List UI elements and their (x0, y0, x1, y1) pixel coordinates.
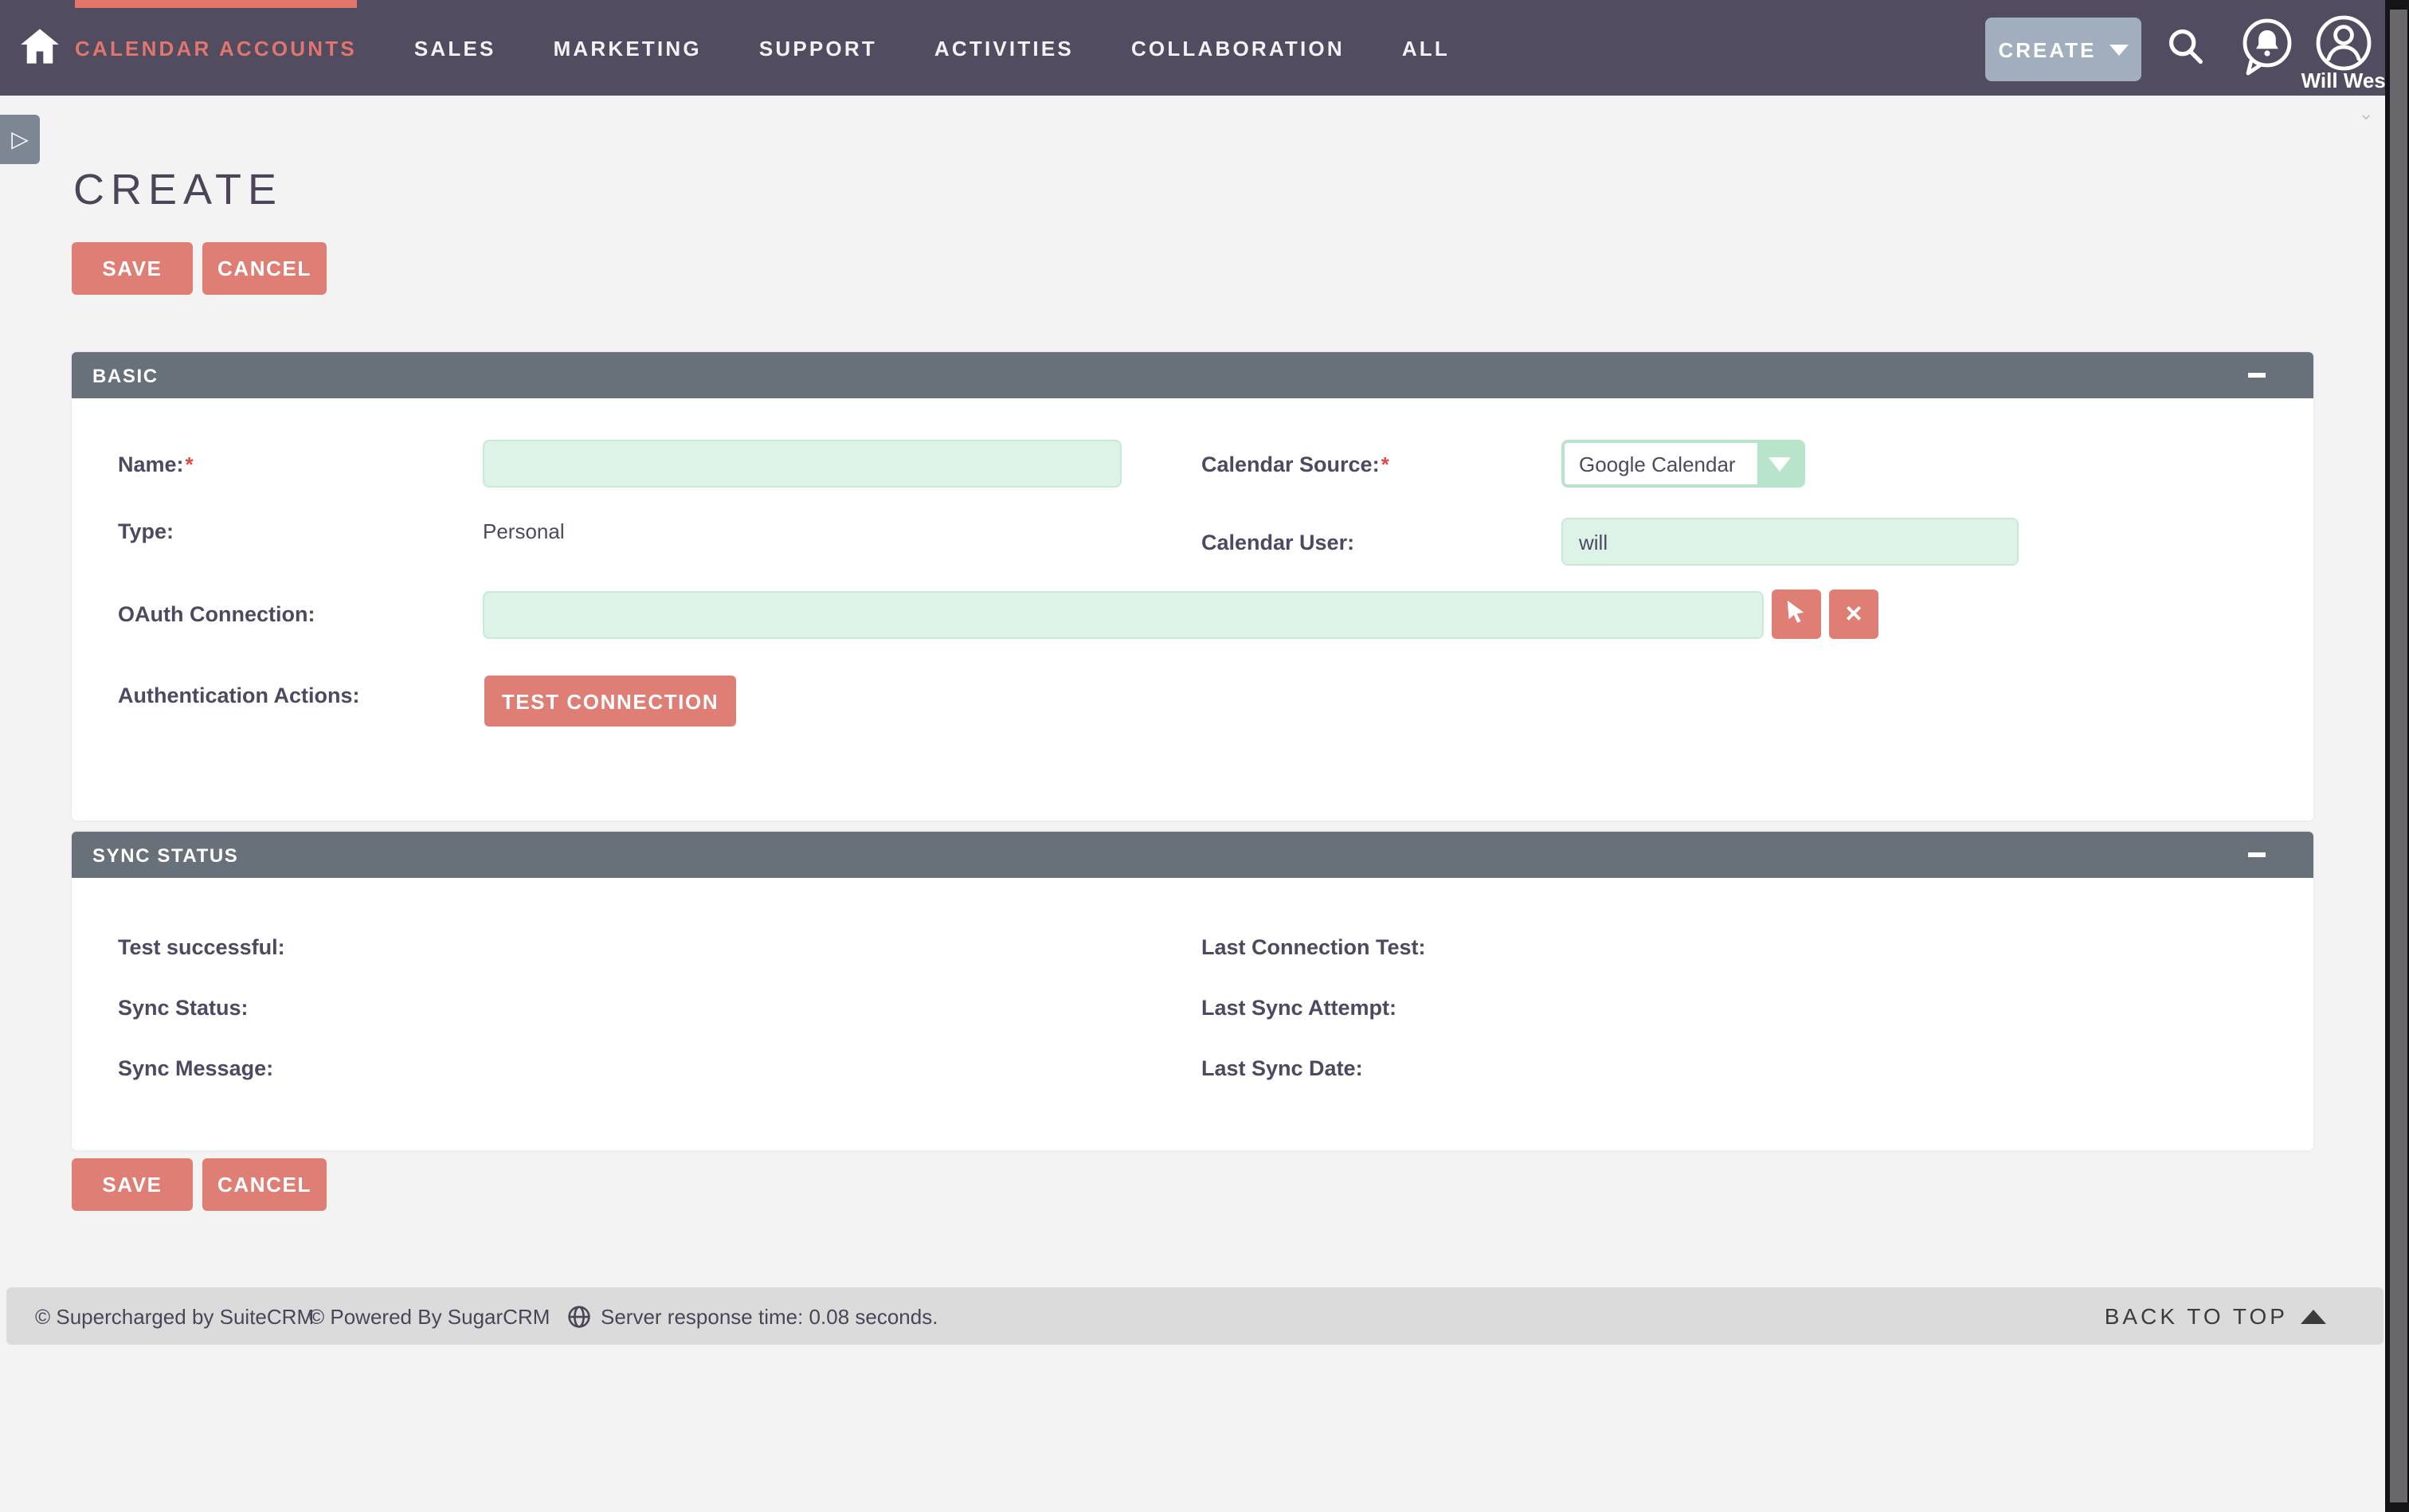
collapse-minus-icon[interactable] (2248, 373, 2266, 378)
calendar-source-select[interactable]: Google Calendar (1561, 440, 1805, 488)
suitecrm-credit: © Supercharged by SuiteCRM (35, 1287, 314, 1345)
name-input[interactable] (483, 440, 1122, 488)
nav-item-collaboration[interactable]: COLLABORATION (1131, 36, 1345, 60)
nav-item-marketing[interactable]: MARKETING (554, 36, 702, 60)
save-button-bottom[interactable]: SAVE (72, 1158, 193, 1211)
sync-status-panel-header[interactable]: SYNC STATUS (72, 832, 2313, 878)
calendar-source-label: Calendar Source:* (1201, 452, 1389, 476)
chevron-down-icon (1769, 456, 1791, 471)
save-button-top[interactable]: SAVE (72, 242, 193, 295)
basic-panel: BASIC Name:* Calendar Source:* Google Ca… (72, 352, 2313, 821)
basic-panel-header[interactable]: BASIC (72, 352, 2313, 398)
cancel-button-bottom[interactable]: CANCEL (202, 1158, 327, 1211)
calendar-user-input[interactable] (1561, 518, 2019, 566)
nav-item-calendar-accounts[interactable]: CALENDAR ACCOUNTS (75, 36, 357, 60)
test-successful-label: Test successful: (118, 935, 285, 959)
globe-icon (567, 1304, 591, 1328)
navbar-create-label: CREATE (1999, 37, 2097, 61)
type-value: Personal (483, 519, 565, 543)
notification-bell-icon (2238, 17, 2295, 85)
last-sync-attempt-label: Last Sync Attempt: (1201, 996, 1396, 1020)
sync-status-panel: SYNC STATUS Test successful: Last Connec… (72, 832, 2313, 1150)
test-connection-button[interactable]: TEST CONNECTION (484, 676, 736, 727)
nav-item-support[interactable]: SUPPORT (759, 36, 877, 60)
calendar-user-label: Calendar User: (1201, 531, 1354, 554)
nav-item-sales[interactable]: SALES (414, 36, 496, 60)
type-label: Type: (118, 519, 174, 543)
calendar-source-value: Google Calendar (1565, 443, 1757, 484)
nav-item-activities[interactable]: ACTIVITIES (934, 36, 1074, 60)
oauth-connection-label: OAuth Connection: (118, 602, 315, 626)
back-to-top-label: BACK TO TOP (2105, 1303, 2288, 1329)
notifications-button[interactable] (2237, 19, 2296, 83)
triangle-up-icon (2301, 1309, 2326, 1323)
last-sync-date-label: Last Sync Date: (1201, 1056, 1363, 1080)
close-x-icon: ✕ (1844, 601, 1863, 628)
select-caret-box (1757, 443, 1802, 484)
name-label: Name:* (118, 452, 194, 476)
page-title: CREATE (73, 166, 283, 215)
collapse-minus-icon[interactable] (2248, 852, 2266, 857)
server-response-time: Server response time: 0.08 seconds. (601, 1304, 938, 1328)
scrollbar-thumb[interactable] (2390, 10, 2409, 1502)
sidebar-toggle-button[interactable]: ▷ (0, 115, 40, 164)
expand-triangle-icon: ▷ (11, 126, 29, 153)
page-scrollbar (2385, 0, 2409, 1512)
collapse-chevron-icon: ⌄ (2358, 102, 2374, 124)
top-navbar: CALENDAR ACCOUNTS SALES MARKETING SUPPOR… (0, 0, 2409, 96)
footer-bar: © Supercharged by SuiteCRM © Powered By … (6, 1287, 2384, 1345)
home-button[interactable] (13, 22, 67, 76)
search-icon (2165, 25, 2207, 74)
sync-status-label: Sync Status: (118, 996, 249, 1020)
basic-panel-title: BASIC (92, 364, 159, 386)
oauth-clear-button[interactable]: ✕ (1829, 590, 1878, 639)
last-connection-test-label: Last Connection Test: (1201, 935, 1426, 959)
sync-message-label: Sync Message: (118, 1056, 273, 1080)
search-button[interactable] (2164, 27, 2208, 72)
oauth-select-button[interactable] (1772, 590, 1821, 639)
home-icon (19, 25, 61, 74)
cursor-arrow-icon (1784, 598, 1808, 630)
sugarcrm-credit: © Powered By SugarCRM (309, 1287, 550, 1345)
oauth-connection-input[interactable] (483, 591, 1764, 639)
navbar-create-button[interactable]: CREATE (1985, 18, 2141, 81)
nav-menu: CALENDAR ACCOUNTS SALES MARKETING SUPPOR… (75, 0, 1450, 96)
back-to-top-button[interactable]: BACK TO TOP (2105, 1287, 2326, 1345)
required-asterisk: * (186, 452, 194, 476)
required-asterisk: * (1381, 452, 1389, 476)
authentication-actions-label: Authentication Actions: (118, 684, 360, 707)
cancel-button-top[interactable]: CANCEL (202, 242, 327, 295)
sync-status-panel-title: SYNC STATUS (92, 844, 238, 866)
chevron-down-icon (2109, 44, 2128, 55)
nav-item-all[interactable]: ALL (1402, 36, 1450, 60)
